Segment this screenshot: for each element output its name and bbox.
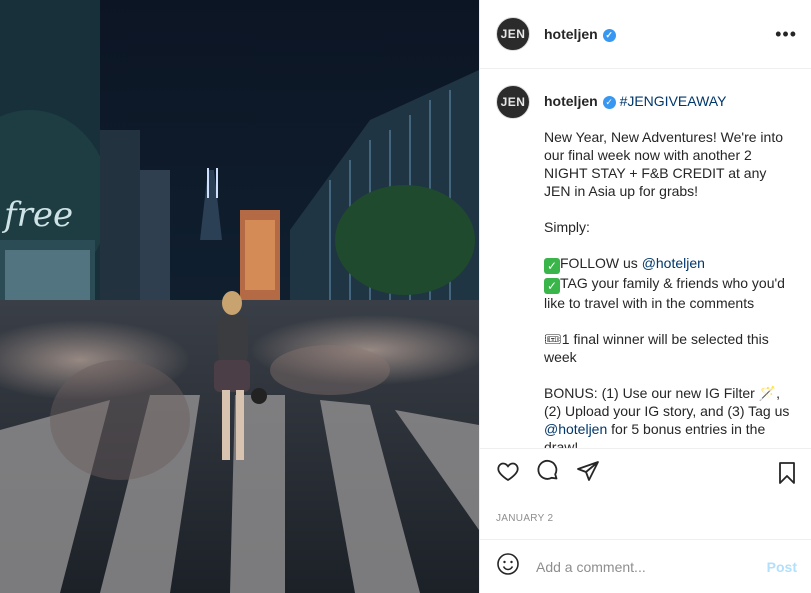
bookmark-icon[interactable] [775, 461, 799, 490]
caption-username[interactable]: hoteljen [544, 93, 598, 109]
caption-area: JEN hoteljen ✓ #JENGIVEAWAY New Year, New… [480, 69, 811, 448]
username-link[interactable]: hoteljen ✓ [544, 26, 616, 42]
share-icon[interactable] [576, 459, 600, 488]
caption-simply: Simply: [544, 219, 590, 235]
post-panel: JEN hoteljen ✓ ••• JEN hoteljen ✓ #JENGIVE… [479, 0, 811, 593]
username-label: hoteljen [544, 26, 598, 42]
winner-text: 1 final winner will be selected this wee… [544, 331, 769, 365]
bonus-text: BONUS: (1) Use our new IG Filter 🪄, (2) … [544, 385, 790, 419]
emoji-icon[interactable] [496, 552, 520, 581]
caption-bonus: BONUS: (1) Use our new IG Filter 🪄, (2) … [544, 384, 795, 448]
post-photo[interactable]: free [0, 0, 479, 593]
post-modal: free JEN hoteljen ✓ ••• JEN hoteljen ✓ #… [0, 0, 811, 593]
action-bar [480, 448, 811, 498]
heart-icon[interactable] [496, 459, 520, 488]
mention-link[interactable]: @hoteljen [544, 421, 607, 437]
follow-text: FOLLOW us [560, 255, 638, 271]
city-crosswalk-photo: free [0, 0, 479, 593]
storefront-text: free [1, 195, 73, 235]
checkmark-icon: ✓ [544, 258, 560, 274]
post-date[interactable]: JANUARY 2 [480, 498, 811, 539]
verified-icon: ✓ [602, 95, 616, 109]
avatar[interactable]: JEN [496, 17, 530, 51]
caption-steps: ✓ FOLLOW us @hoteljen ✓ TAG your family & … [544, 254, 795, 312]
verified-icon: ✓ [602, 28, 616, 42]
post-button[interactable]: Post [767, 559, 797, 575]
comment-input[interactable] [534, 557, 738, 576]
more-icon[interactable]: ••• [775, 24, 797, 45]
caption-body: hoteljen ✓ #JENGIVEAWAY New Year, New Adv… [544, 85, 795, 448]
caption-winner: 🎟1 final winner will be selected this we… [544, 330, 795, 366]
caption-para1: New Year, New Adventures! We're into our… [544, 129, 783, 199]
comment-icon[interactable] [536, 459, 560, 488]
comment-bar: Post [480, 539, 811, 593]
caption-header: hoteljen ✓ #JENGIVEAWAY [544, 92, 795, 110]
caption-avatar[interactable]: JEN [496, 85, 530, 119]
checkmark-icon: ✓ [544, 278, 560, 294]
mention-link[interactable]: @hoteljen [642, 255, 705, 271]
post-header: JEN hoteljen ✓ ••• [480, 0, 811, 69]
hashtag-link[interactable]: #JENGIVEAWAY [620, 93, 727, 109]
tag-text: TAG your family & friends who you'd like… [544, 275, 785, 311]
ticket-icon: 🎟 [544, 331, 562, 347]
